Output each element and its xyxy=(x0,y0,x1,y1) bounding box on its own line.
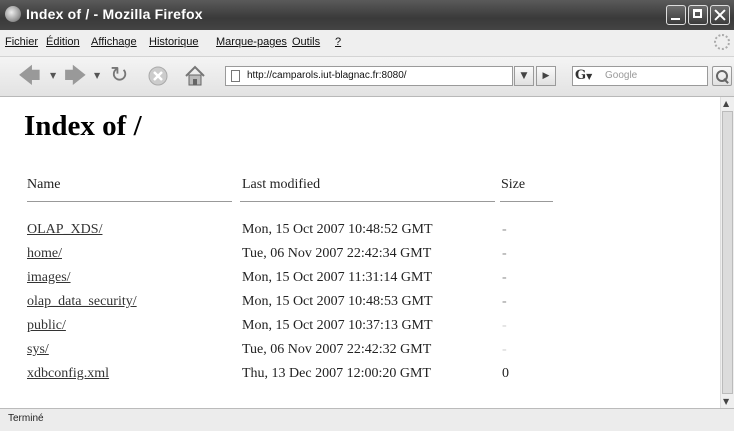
file-size: - xyxy=(502,270,507,285)
back-dropdown-icon[interactable]: ▼ xyxy=(50,71,56,80)
maximize-button[interactable] xyxy=(688,5,708,25)
search-button[interactable] xyxy=(712,66,732,86)
menu-help[interactable]: ? xyxy=(335,36,341,48)
file-link[interactable]: home/ xyxy=(27,246,62,262)
file-size: - xyxy=(502,294,507,309)
throbber-icon xyxy=(714,34,730,50)
firefox-icon xyxy=(5,6,21,22)
last-modified: Tue, 06 Nov 2007 22:42:34 GMT xyxy=(242,246,432,261)
menu-bar: Fichier Édition Affichage Historique Mar… xyxy=(0,30,734,57)
go-button[interactable]: ▶ xyxy=(536,66,556,86)
file-link[interactable]: olap_data_security/ xyxy=(27,294,137,310)
file-link[interactable]: xdbconfig.xml xyxy=(27,366,109,382)
menu-outils[interactable]: Outils xyxy=(292,36,320,48)
scroll-down-icon[interactable]: ▼ xyxy=(723,397,729,406)
window-title: Index of / - Mozilla Firefox xyxy=(26,6,203,22)
url-text[interactable]: http://camparols.iut-blagnac.fr:8080/ xyxy=(247,70,407,81)
page-title: Index of / xyxy=(24,110,142,142)
minimize-button[interactable] xyxy=(666,5,686,25)
title-bar: Index of / - Mozilla Firefox xyxy=(0,0,734,30)
scrollbar-thumb[interactable] xyxy=(722,111,733,394)
last-modified: Mon, 15 Oct 2007 10:37:13 GMT xyxy=(242,318,433,333)
navigation-toolbar: 🡄 ▼ 🡆 ▼ ↻ http://camparols.iut-blagnac.f… xyxy=(0,57,734,97)
file-size: - xyxy=(502,246,507,261)
forward-dropdown-icon[interactable]: ▼ xyxy=(94,71,100,80)
last-modified: Mon, 15 Oct 2007 10:48:52 GMT xyxy=(242,222,433,237)
status-text: Terminé xyxy=(8,413,44,424)
search-placeholder: Google xyxy=(605,70,638,81)
status-bar: Terminé xyxy=(0,408,734,431)
file-size: - xyxy=(502,222,507,237)
column-header-last-modified: Last modified xyxy=(242,177,321,192)
close-button[interactable] xyxy=(710,5,730,25)
menu-affichage[interactable]: Affichage xyxy=(91,36,137,48)
page-content: Index of / Name Last modified Size OLAP_… xyxy=(0,97,720,408)
file-size: 0 xyxy=(502,366,509,381)
address-bar[interactable]: http://camparols.iut-blagnac.fr:8080/ xyxy=(225,66,513,86)
menu-edition[interactable]: Édition xyxy=(46,36,80,48)
header-divider xyxy=(240,201,495,202)
reload-icon[interactable]: ↻ xyxy=(110,64,128,88)
menu-historique[interactable]: Historique xyxy=(149,36,199,48)
menu-fichier[interactable]: Fichier xyxy=(5,36,38,48)
header-divider xyxy=(500,201,553,202)
file-link[interactable]: public/ xyxy=(27,318,66,334)
search-engine-icon[interactable]: G▼ xyxy=(575,68,599,84)
file-link[interactable]: OLAP_XDS/ xyxy=(27,222,102,238)
search-field[interactable]: G▼ Google xyxy=(572,66,708,86)
vertical-scrollbar[interactable]: ▲ ▼ xyxy=(720,97,734,408)
page-icon xyxy=(231,70,240,82)
file-size: - xyxy=(502,318,507,333)
back-arrow-icon[interactable]: 🡄 xyxy=(18,65,41,89)
column-header-size: Size xyxy=(501,177,526,192)
file-link[interactable]: images/ xyxy=(27,270,71,286)
column-header-name: Name xyxy=(27,177,61,192)
stop-icon[interactable] xyxy=(147,65,169,89)
scroll-up-icon[interactable]: ▲ xyxy=(723,99,729,108)
menu-marque-pages[interactable]: Marque-pages xyxy=(216,36,287,48)
last-modified: Tue, 06 Nov 2007 22:42:32 GMT xyxy=(242,342,432,357)
last-modified: Thu, 13 Dec 2007 12:00:20 GMT xyxy=(242,366,431,381)
url-history-dropdown-icon[interactable]: ▼ xyxy=(514,66,534,86)
header-divider xyxy=(27,201,232,202)
file-link[interactable]: sys/ xyxy=(27,342,49,358)
forward-arrow-icon[interactable]: 🡆 xyxy=(64,65,87,89)
last-modified: Mon, 15 Oct 2007 11:31:14 GMT xyxy=(242,270,433,285)
last-modified: Mon, 15 Oct 2007 10:48:53 GMT xyxy=(242,294,433,309)
file-size: - xyxy=(502,342,507,357)
browser-window: Index of / - Mozilla Firefox Fichier Édi… xyxy=(0,0,734,431)
home-icon[interactable] xyxy=(183,64,207,88)
